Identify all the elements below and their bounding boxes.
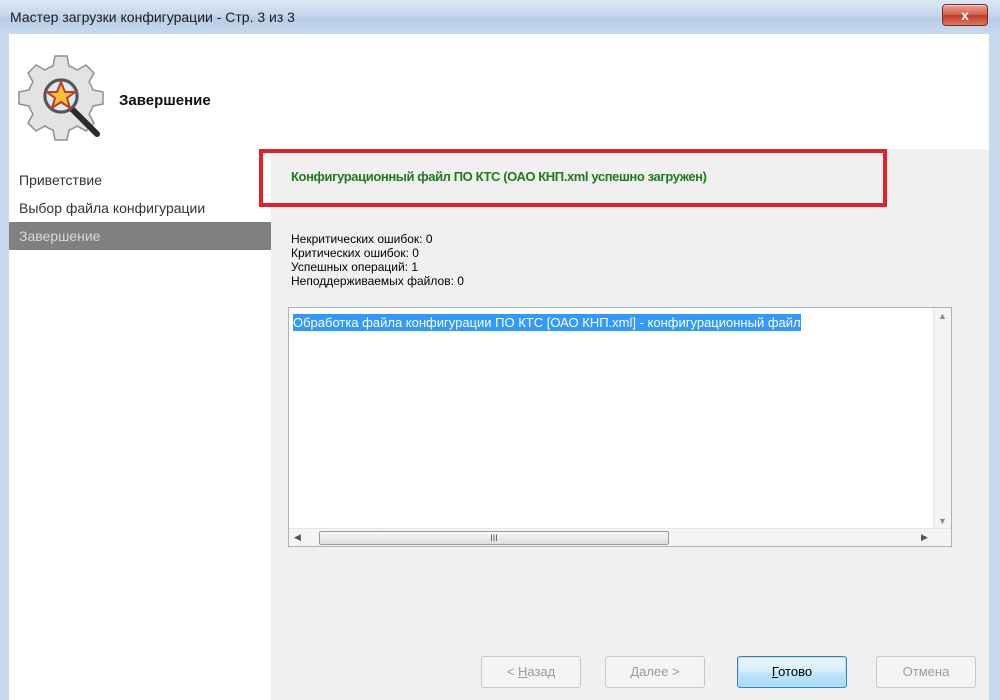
close-button[interactable]: x — [942, 4, 988, 26]
wizard-steps-nav: Приветствие Выбор файла конфигурации Зав… — [9, 166, 271, 250]
nav-step-select-file[interactable]: Выбор файла конфигурации — [9, 194, 271, 222]
log-listbox[interactable]: Обработка файла конфигурации ПО КТС [ОАО… — [288, 307, 952, 547]
log-line[interactable]: Обработка файла конфигурации ПО КТС [ОАО… — [293, 314, 801, 331]
scroll-right-icon[interactable]: ▶ — [916, 529, 933, 546]
close-icon: x — [961, 7, 969, 23]
scroll-thumb[interactable]: III — [319, 531, 669, 545]
unsupported-files-text: Неподдерживаемых файлов: 0 — [291, 274, 464, 288]
title-bar: Мастер загрузки конфигурации - Стр. 3 из… — [0, 0, 1000, 34]
back-button-mnemonic: Н — [517, 664, 528, 679]
nav-step-label: Выбор файла конфигурации — [19, 200, 206, 216]
back-button[interactable]: < Назад — [481, 656, 581, 688]
vertical-scrollbar[interactable]: ▲ ▼ — [933, 308, 951, 530]
content-panel: Конфигурационный файл ПО КТС (ОАО КНП.xm… — [259, 149, 989, 700]
cancel-button-label: Отмена — [902, 664, 950, 679]
back-button-prefix: < — [506, 664, 518, 679]
scroll-left-icon[interactable]: ◀ — [289, 529, 306, 546]
window-frame-left — [0, 34, 9, 700]
nav-step-welcome[interactable]: Приветствие — [9, 166, 271, 194]
nav-step-finish[interactable]: Завершение — [9, 222, 271, 250]
wizard-gear-icon — [18, 55, 104, 141]
stats-block: Некритических ошибок: 0 Критических ошиб… — [291, 232, 464, 288]
page-title: Завершение — [119, 92, 211, 109]
window-title: Мастер загрузки конфигурации - Стр. 3 из… — [10, 9, 295, 25]
successful-ops-text: Успешных операций: 1 — [291, 260, 419, 274]
next-button-rest: алее > — [639, 664, 680, 679]
next-button[interactable]: Далее > — [605, 656, 705, 688]
finish-button-rest: отово — [778, 664, 813, 679]
wizard-client-area: Завершение Приветствие Выбор файла конфи… — [9, 34, 989, 700]
scroll-up-icon[interactable]: ▲ — [934, 308, 951, 325]
nav-step-label: Приветствие — [19, 172, 102, 188]
nav-step-label: Завершение — [19, 228, 101, 244]
window-frame-right — [989, 34, 1000, 700]
finish-button[interactable]: Готово — [737, 656, 847, 688]
cancel-button[interactable]: Отмена — [876, 656, 976, 688]
thumb-grip-icon: III — [490, 533, 498, 543]
horizontal-scrollbar[interactable]: ◀ III ▶ — [289, 528, 951, 546]
next-button-mnemonic: Д — [630, 664, 640, 679]
success-message: Конфигурационный файл ПО КТС (ОАО КНП.xm… — [291, 169, 707, 184]
back-button-rest: азад — [527, 664, 556, 679]
noncritical-errors-text: Некритических ошибок: 0 — [291, 232, 433, 246]
critical-errors-text: Критических ошибок: 0 — [291, 246, 419, 260]
